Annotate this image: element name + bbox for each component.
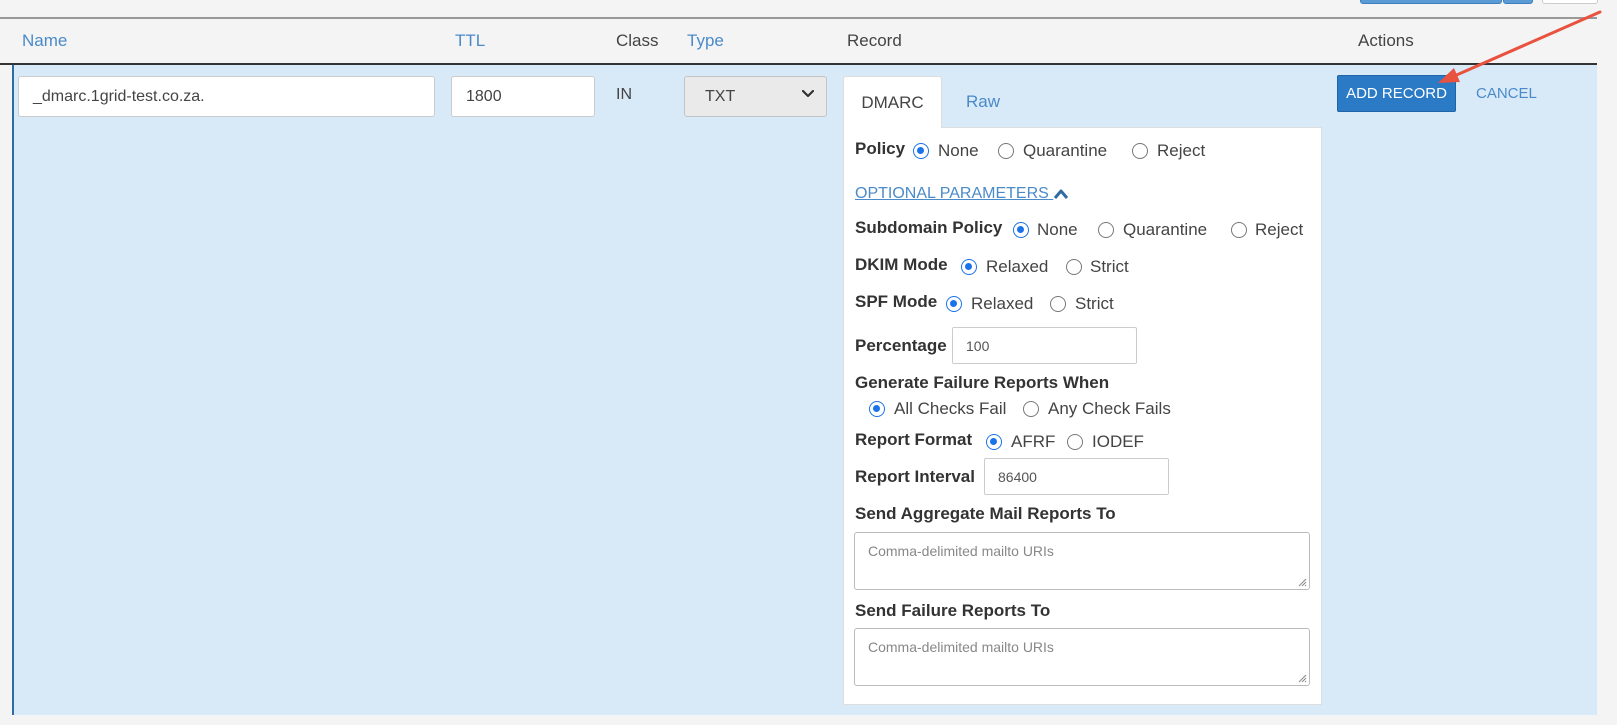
spf-strict-label: Strict <box>1075 294 1114 313</box>
policy-reject-radio[interactable] <box>1132 143 1148 159</box>
policy-label: Policy <box>855 139 906 158</box>
report-format-label: Report Format <box>855 430 973 449</box>
subdomain-policy-label: Subdomain Policy <box>855 218 1003 237</box>
cancel-button[interactable]: CANCEL <box>1476 85 1537 102</box>
failure-reports-textarea[interactable]: Comma-delimited mailto URIs <box>854 628 1310 686</box>
afrf-radio[interactable] <box>986 434 1002 450</box>
dkim-strict-radio[interactable] <box>1066 259 1082 275</box>
all-checks-fail-radio[interactable] <box>869 401 885 417</box>
optional-parameters-link[interactable]: OPTIONAL PARAMETERS <box>855 185 1069 203</box>
policy-none-radio[interactable] <box>913 143 929 159</box>
ttl-input[interactable]: 1800 <box>451 76 595 117</box>
tab-dmarc[interactable]: DMARC <box>843 76 942 128</box>
policy-quarantine-label: Quarantine <box>1023 141 1108 160</box>
column-header-type[interactable]: Type <box>687 31 724 51</box>
subdomain-quarantine-label: Quarantine <box>1123 220 1208 239</box>
subdomain-none-radio[interactable] <box>1013 222 1029 238</box>
top-action-button[interactable] <box>1360 0 1502 4</box>
chevron-down-icon <box>801 89 815 98</box>
spf-relaxed-label: Relaxed <box>971 294 1034 313</box>
subdomain-reject-radio[interactable] <box>1231 222 1247 238</box>
policy-none-label: None <box>938 141 979 160</box>
any-check-fails-label: Any Check Fails <box>1048 399 1171 418</box>
type-select[interactable]: TXT <box>684 76 827 117</box>
percentage-label: Percentage <box>855 336 947 355</box>
all-checks-fail-label: All Checks Fail <box>894 399 1007 418</box>
aggregate-reports-label: Send Aggregate Mail Reports To <box>855 504 1116 523</box>
spf-relaxed-radio[interactable] <box>946 296 962 312</box>
resize-grip-icon[interactable] <box>1297 577 1307 587</box>
aggregate-reports-textarea[interactable]: Comma-delimited mailto URIs <box>854 532 1310 590</box>
iodef-label: IODEF <box>1092 432 1144 451</box>
aggregate-reports-placeholder: Comma-delimited mailto URIs <box>868 543 1054 559</box>
subdomain-quarantine-radio[interactable] <box>1098 222 1114 238</box>
afrf-label: AFRF <box>1011 432 1056 451</box>
any-check-fails-radio[interactable] <box>1023 401 1039 417</box>
class-value: IN <box>616 86 632 103</box>
percentage-input[interactable]: 100 <box>952 327 1137 364</box>
subdomain-none-label: None <box>1037 220 1078 239</box>
report-interval-label: Report Interval <box>855 467 975 486</box>
spf-mode-label: SPF Mode <box>855 292 938 311</box>
column-header-actions: Actions <box>1358 31 1414 50</box>
policy-reject-label: Reject <box>1157 141 1206 160</box>
column-header-name[interactable]: Name <box>22 31 67 51</box>
failure-reports-to-label: Send Failure Reports To <box>855 601 1051 620</box>
column-header-ttl[interactable]: TTL <box>455 31 485 51</box>
add-record-button[interactable]: ADD RECORD <box>1337 75 1456 112</box>
optional-parameters-label: OPTIONAL PARAMETERS <box>855 185 1049 202</box>
spf-strict-radio[interactable] <box>1050 296 1066 312</box>
edit-record-row <box>12 65 1597 715</box>
top-secondary-button[interactable] <box>1542 0 1598 4</box>
dkim-relaxed-label: Relaxed <box>986 257 1049 276</box>
resize-grip-icon[interactable] <box>1297 673 1307 683</box>
subdomain-reject-label: Reject <box>1255 220 1304 239</box>
report-interval-input[interactable]: 86400 <box>984 458 1169 495</box>
dkim-mode-label: DKIM Mode <box>855 255 948 274</box>
iodef-radio[interactable] <box>1067 434 1083 450</box>
dkim-relaxed-radio[interactable] <box>961 259 977 275</box>
failure-reports-label: Generate Failure Reports When <box>855 373 1110 392</box>
policy-quarantine-radio[interactable] <box>998 143 1014 159</box>
dkim-strict-label: Strict <box>1090 257 1129 276</box>
top-action-dropdown-button[interactable] <box>1503 0 1533 4</box>
tab-raw[interactable]: Raw <box>966 92 1000 112</box>
column-header-record: Record <box>847 31 902 50</box>
failure-reports-placeholder: Comma-delimited mailto URIs <box>868 639 1054 655</box>
type-select-value: TXT <box>705 88 736 105</box>
divider <box>0 17 1597 19</box>
column-header-class: Class <box>616 31 659 50</box>
chevron-up-icon <box>1054 189 1069 199</box>
name-input[interactable]: _dmarc.1grid-test.co.za. <box>18 76 435 117</box>
